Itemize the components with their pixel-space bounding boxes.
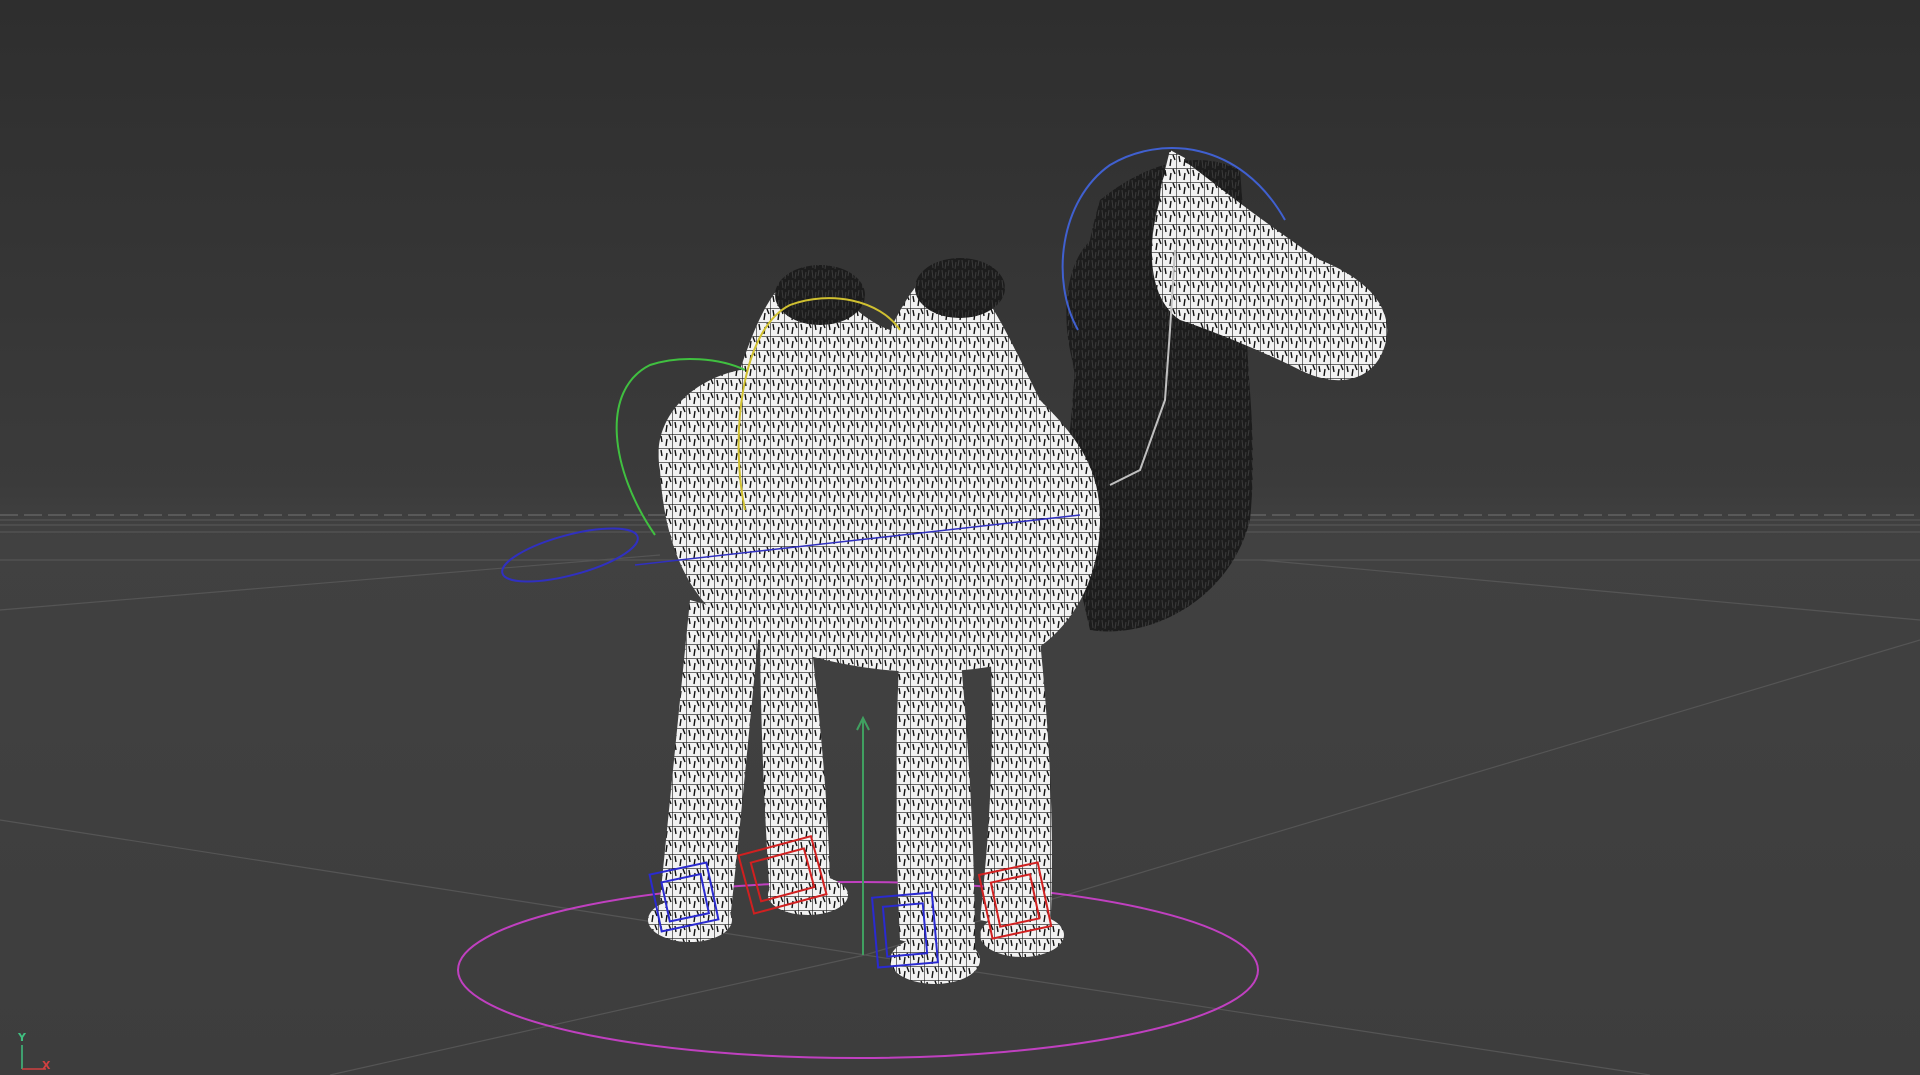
camel-front-left-leg bbox=[896, 640, 975, 960]
up-arrow-gizmo[interactable] bbox=[856, 715, 870, 955]
axis-x-label: X bbox=[42, 1059, 51, 1072]
viewport-canvas[interactable] bbox=[0, 0, 1920, 1075]
rear-hump-fur bbox=[915, 258, 1005, 318]
camel-front-right-leg bbox=[980, 640, 1052, 935]
root-control-circle[interactable] bbox=[457, 881, 1259, 1059]
axis-indicator: Y X bbox=[8, 1031, 58, 1072]
camel-rear-left-leg bbox=[660, 600, 760, 920]
camel-model[interactable] bbox=[648, 150, 1388, 984]
3d-viewport[interactable]: Y X bbox=[0, 0, 1920, 1075]
tail-control-ring[interactable] bbox=[497, 518, 643, 593]
hoof-rear-right bbox=[768, 875, 848, 915]
front-hump-fur bbox=[775, 265, 865, 325]
hoof-front-left bbox=[890, 936, 980, 984]
axis-y-label: Y bbox=[18, 1031, 26, 1044]
